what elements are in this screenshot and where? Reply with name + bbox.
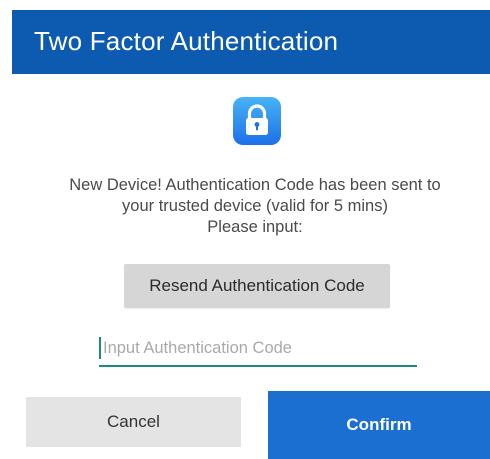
dialog-header: Two Factor Authentication [12, 10, 490, 74]
resend-code-button[interactable]: Resend Authentication Code [124, 264, 390, 308]
authentication-code-field [99, 333, 417, 367]
message-line: New Device! Authentication Code has been… [69, 176, 441, 194]
authentication-code-input[interactable] [103, 333, 413, 363]
lock-icon [233, 97, 281, 145]
dialog-title: Two Factor Authentication [34, 25, 339, 56]
cancel-button[interactable]: Cancel [26, 397, 241, 447]
text-caret [99, 337, 101, 359]
instruction-message: New Device! Authentication Code has been… [20, 175, 490, 238]
message-line: your trusted device (valid for 5 mins) [122, 197, 388, 215]
message-line: Please input: [207, 218, 303, 236]
confirm-button[interactable]: Confirm [268, 391, 490, 459]
two-factor-dialog: Two Factor Authentication New Device! Au… [0, 0, 490, 459]
